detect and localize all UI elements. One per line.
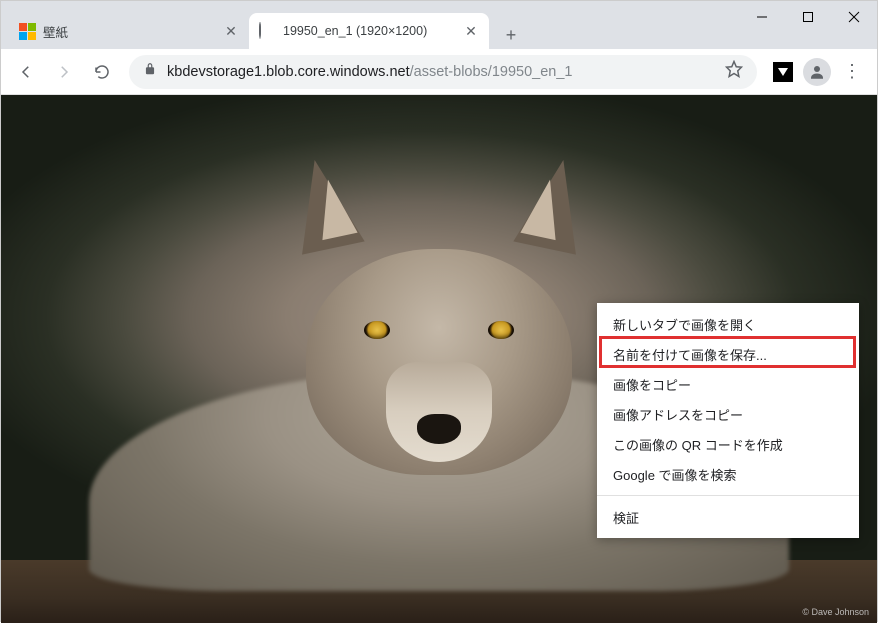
tab-wallpaper[interactable]: 壁紙 ✕ — [9, 13, 249, 49]
maximize-button[interactable] — [785, 1, 831, 33]
minimize-button[interactable] — [739, 1, 785, 33]
url-host: kbdevstorage1.blob.core.windows.net — [167, 64, 410, 80]
ctx-search-google[interactable]: Google で画像を検索 — [597, 459, 859, 489]
ctx-copy-image-address[interactable]: 画像アドレスをコピー — [597, 399, 859, 429]
ctx-separator — [597, 495, 859, 496]
tab-strip: 壁紙 ✕ 19950_en_1 (1920×1200) ✕ + — [1, 1, 525, 49]
image-watermark: © Dave Johnson — [802, 607, 869, 617]
toolbar: kbdevstorage1.blob.core.windows.net/asse… — [1, 49, 877, 95]
bookmark-star-icon[interactable] — [725, 60, 743, 83]
reload-button[interactable] — [85, 55, 119, 89]
context-menu: 新しいタブで画像を開く 名前を付けて画像を保存... 画像をコピー 画像アドレス… — [597, 303, 859, 538]
address-bar[interactable]: kbdevstorage1.blob.core.windows.net/asse… — [129, 55, 757, 89]
tab-title: 壁紙 — [43, 22, 215, 41]
ctx-copy-image[interactable]: 画像をコピー — [597, 369, 859, 399]
tab-title: 19950_en_1 (1920×1200) — [283, 24, 455, 38]
ms-logo-icon — [19, 23, 35, 39]
close-window-button[interactable] — [831, 1, 877, 33]
ctx-open-new-tab[interactable]: 新しいタブで画像を開く — [597, 309, 859, 339]
globe-icon — [259, 23, 275, 39]
chrome-menu-button[interactable]: ⋮ — [835, 61, 869, 82]
url-path: /asset-blobs/19950_en_1 — [410, 64, 573, 80]
close-icon[interactable]: ✕ — [463, 23, 479, 39]
ctx-save-image-as[interactable]: 名前を付けて画像を保存... — [597, 339, 859, 369]
lock-icon — [143, 62, 157, 81]
ctx-create-qr[interactable]: この画像の QR コードを作成 — [597, 429, 859, 459]
ctx-inspect[interactable]: 検証 — [597, 502, 859, 532]
page-content[interactable]: © Dave Johnson 新しいタブで画像を開く 名前を付けて画像を保存..… — [1, 95, 877, 623]
close-icon[interactable]: ✕ — [223, 23, 239, 39]
url-text: kbdevstorage1.blob.core.windows.net/asse… — [167, 64, 572, 80]
extension-icon[interactable] — [773, 62, 793, 82]
titlebar: 壁紙 ✕ 19950_en_1 (1920×1200) ✕ + — [1, 1, 877, 49]
back-button[interactable] — [9, 55, 43, 89]
new-tab-button[interactable]: + — [497, 21, 525, 49]
window-controls — [739, 1, 877, 33]
profile-avatar[interactable] — [803, 58, 831, 86]
tab-image[interactable]: 19950_en_1 (1920×1200) ✕ — [249, 13, 489, 49]
forward-button[interactable] — [47, 55, 81, 89]
